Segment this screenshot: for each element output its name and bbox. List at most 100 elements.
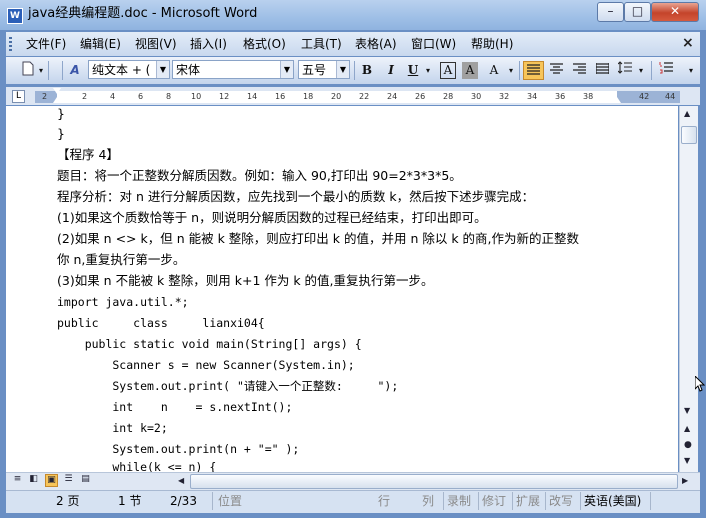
ruler-tick: 2 <box>82 92 88 101</box>
status-record[interactable]: 录制 <box>447 494 471 508</box>
phonetic-guide-button[interactable]: A <box>484 61 504 80</box>
status-overtype[interactable]: 改写 <box>549 494 573 508</box>
first-line-indent-marker[interactable] <box>53 88 61 94</box>
toolbar-separator <box>354 61 355 80</box>
status-section: 1 节 <box>118 494 142 508</box>
horizontal-scroll-thumb[interactable] <box>190 474 678 489</box>
status-divider <box>650 492 651 510</box>
previous-page-icon[interactable]: ▲ <box>684 424 690 433</box>
right-indent-marker[interactable] <box>613 97 621 103</box>
scroll-up-icon[interactable]: ▲ <box>684 109 690 118</box>
browse-object-icon[interactable]: ● <box>684 440 692 450</box>
chevron-down-icon[interactable]: ▼ <box>336 61 349 78</box>
tab-selector-button[interactable]: L <box>12 90 25 103</box>
close-document-button[interactable]: × <box>682 35 694 51</box>
status-extend[interactable]: 扩展 <box>516 494 540 508</box>
toolbar-options-chevron-icon[interactable]: ▾ <box>37 61 45 80</box>
styles-formatting-icon[interactable]: A <box>66 61 84 80</box>
doc-code-line: System.out.print( "请键入一个正整数: "); <box>57 379 399 393</box>
status-language[interactable]: 英语(美国) <box>584 494 641 508</box>
font-size-combo[interactable]: 五号 ▼ <box>298 60 350 79</box>
toolbar-more-chevron-icon[interactable]: ▾ <box>686 61 696 80</box>
outline-view-icon[interactable]: ☰ <box>63 474 74 485</box>
toolbar-separator <box>519 61 520 80</box>
normal-view-icon[interactable]: ≡ <box>12 474 23 485</box>
print-view-icon[interactable]: ▣ <box>45 474 58 487</box>
next-page-icon[interactable]: ▼ <box>684 456 690 465</box>
underline-chevron-icon[interactable]: ▾ <box>423 61 433 80</box>
maximize-button[interactable]: □ <box>624 2 651 22</box>
doc-line: (1)如果这个质数恰等于 n，则说明分解质因数的过程已经结束，打印出即可。 <box>57 210 487 225</box>
chevron-down-icon[interactable]: ▼ <box>280 61 293 78</box>
word-doc-icon[interactable]: W <box>7 8 23 24</box>
font-combo-value: 宋体 <box>176 63 201 77</box>
doc-code-line: public static void main(String[] args) { <box>57 337 362 351</box>
new-document-icon[interactable] <box>20 61 36 80</box>
distributed-button[interactable] <box>593 61 612 80</box>
align-justify-icon <box>527 64 540 75</box>
vertical-scrollbar[interactable] <box>679 106 698 472</box>
doc-line: 【程序 4】 <box>57 147 119 162</box>
bold-button[interactable]: B <box>359 61 375 80</box>
ruler-tick: 16 <box>275 92 286 101</box>
line-spacing-button[interactable] <box>616 61 634 80</box>
style-combo[interactable]: 纯文本 + ( ▼ <box>88 60 170 79</box>
line-spacing-chevron-icon[interactable]: ▾ <box>636 61 646 80</box>
ruler-tick: 36 <box>555 92 566 101</box>
menu-tools[interactable]: 工具(T) <box>301 37 342 51</box>
close-window-button[interactable]: ✕ <box>651 2 699 22</box>
status-divider <box>512 492 513 510</box>
underline-button[interactable]: U <box>405 61 421 80</box>
align-center-button[interactable] <box>547 61 566 80</box>
ruler-tick: 12 <box>219 92 230 101</box>
phonetic-chevron-icon[interactable]: ▾ <box>506 61 516 80</box>
menu-grip[interactable] <box>9 37 12 51</box>
status-divider <box>580 492 581 510</box>
doc-line: } <box>57 126 65 141</box>
italic-button[interactable]: I <box>383 61 399 80</box>
justify-button[interactable] <box>523 61 544 80</box>
ruler-tick: 10 <box>191 92 202 101</box>
scroll-down-icon[interactable]: ▼ <box>684 406 690 415</box>
numbering-button[interactable] <box>656 61 676 80</box>
toolbar-separator <box>48 61 49 80</box>
align-right-icon <box>573 63 586 74</box>
status-revision[interactable]: 修订 <box>482 494 506 508</box>
align-right-button[interactable] <box>570 61 589 80</box>
status-page: 2 页 <box>56 494 80 508</box>
menu-help[interactable]: 帮助(H) <box>471 37 513 51</box>
scroll-left-icon[interactable]: ◀ <box>178 476 184 485</box>
ruler-tick: 8 <box>166 92 172 101</box>
line-spacing-icon <box>617 61 632 74</box>
style-combo-value: 纯文本 + ( <box>92 63 151 77</box>
ruler-tick: 24 <box>387 92 398 101</box>
menu-edit[interactable]: 编辑(E) <box>80 37 121 51</box>
menu-insert[interactable]: 插入(I) <box>190 37 227 51</box>
toolbar-separator <box>62 61 63 80</box>
menu-window[interactable]: 窗口(W) <box>411 37 456 51</box>
ruler-tick: 38 <box>583 92 594 101</box>
character-border-button[interactable]: A <box>440 62 456 79</box>
menu-view[interactable]: 视图(V) <box>135 37 177 51</box>
hanging-indent-marker[interactable] <box>53 97 61 103</box>
mouse-cursor-icon <box>694 374 706 395</box>
reading-view-icon[interactable]: ▤ <box>80 474 91 485</box>
doc-line: (2)如果 n <> k，但 n 能被 k 整除，则应打印出 k 的值，并用 n… <box>57 231 580 246</box>
doc-code-line: Scanner s = new Scanner(System.in); <box>57 358 355 372</box>
character-shading-button[interactable]: A <box>462 62 478 79</box>
vertical-scroll-thumb[interactable] <box>681 126 697 144</box>
scroll-right-icon[interactable]: ▶ <box>682 476 688 485</box>
menu-file[interactable]: 文件(F) <box>26 37 66 51</box>
status-column: 列 <box>422 494 435 508</box>
menu-format[interactable]: 格式(O) <box>243 37 286 51</box>
doc-code-line: int k=2; <box>57 421 168 435</box>
minimize-button[interactable]: – <box>597 2 624 22</box>
web-view-icon[interactable]: ◧ <box>28 474 39 485</box>
doc-code-line: import java.util.*; <box>57 295 189 309</box>
menu-table[interactable]: 表格(A) <box>355 37 397 51</box>
ruler-tick: 30 <box>471 92 482 101</box>
chevron-down-icon[interactable]: ▼ <box>156 61 169 78</box>
ruler-tick: 32 <box>499 92 510 101</box>
status-page-count: 2/33 <box>170 494 197 508</box>
font-combo[interactable]: 宋体 ▼ <box>172 60 294 79</box>
